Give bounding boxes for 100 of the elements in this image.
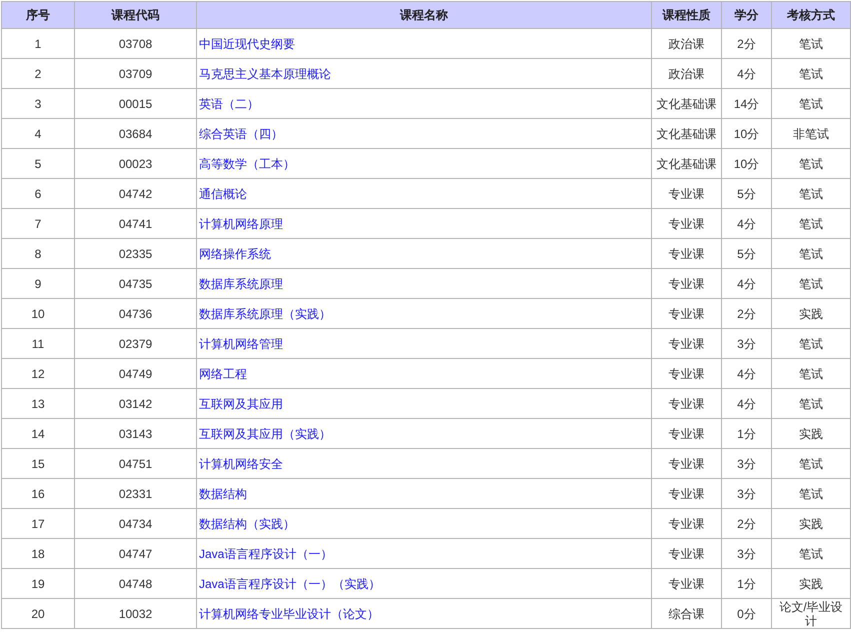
course-name-link[interactable]: 高等数学（工本） — [199, 156, 295, 170]
column-header: 课程代码 — [74, 2, 196, 28]
table-cell: 笔试 — [772, 358, 850, 388]
table-cell: 笔试 — [772, 28, 850, 58]
table-cell: 实践 — [772, 508, 850, 538]
table-cell: 3分 — [722, 448, 772, 478]
table-cell: 16 — [2, 478, 74, 508]
table-cell: 专业课 — [652, 358, 722, 388]
column-header: 学分 — [722, 2, 772, 28]
course-name-link[interactable]: 网络工程 — [199, 366, 247, 380]
table-cell: 专业课 — [652, 538, 722, 568]
table-cell: 03684 — [74, 118, 196, 148]
table-cell: 3 — [2, 88, 74, 118]
table-cell: 文化基础课 — [652, 118, 722, 148]
table-cell: 笔试 — [772, 148, 850, 178]
course-name-link[interactable]: 马克思主义基本原理概论 — [199, 66, 331, 80]
table-cell: 00023 — [74, 148, 196, 178]
table-cell: 3分 — [722, 328, 772, 358]
table-cell: 02379 — [74, 328, 196, 358]
table-cell: 04747 — [74, 538, 196, 568]
table-cell: 政治课 — [652, 28, 722, 58]
table-cell: 笔试 — [772, 538, 850, 568]
table-cell: 2分 — [722, 298, 772, 328]
table-cell: 2分 — [722, 28, 772, 58]
table-cell: 4 — [2, 118, 74, 148]
table-cell: 专业课 — [652, 388, 722, 418]
table-cell: 笔试 — [772, 238, 850, 268]
table-cell: 03708 — [74, 28, 196, 58]
table-cell: 3分 — [722, 478, 772, 508]
course-name-link[interactable]: 计算机网络专业毕业设计（论文） — [199, 606, 379, 620]
table-cell: 1分 — [722, 418, 772, 448]
table-cell: 实践 — [772, 568, 850, 598]
table-cell: 15 — [2, 448, 74, 478]
table-cell: 笔试 — [772, 388, 850, 418]
course-name-link[interactable]: 数据结构 — [199, 486, 247, 500]
table-cell: 专业课 — [652, 298, 722, 328]
table-cell: 专业课 — [652, 568, 722, 598]
table-cell: 1分 — [722, 568, 772, 598]
course-name-link[interactable]: Java语言程序设计（一） — [199, 546, 332, 560]
table-cell: 04749 — [74, 358, 196, 388]
table-cell: 专业课 — [652, 268, 722, 298]
course-name-link[interactable]: 数据库系统原理 — [199, 276, 283, 290]
course-name-link[interactable]: 计算机网络安全 — [199, 456, 283, 470]
table-cell: 专业课 — [652, 238, 722, 268]
table-cell: 3分 — [722, 538, 772, 568]
course-name-link[interactable]: 英语（二） — [199, 96, 259, 110]
table-cell: 03142 — [74, 388, 196, 418]
table-cell: 13 — [2, 388, 74, 418]
table-cell: 专业课 — [652, 328, 722, 358]
table-cell: 1 — [2, 28, 74, 58]
course-name-link[interactable]: 数据结构（实践） — [199, 516, 295, 530]
table-cell: 2分 — [722, 508, 772, 538]
table-cell: 笔试 — [772, 448, 850, 478]
table-cell: 14 — [2, 418, 74, 448]
table-cell: 4分 — [722, 268, 772, 298]
table-cell: 笔试 — [772, 328, 850, 358]
course-name-link[interactable]: 通信概论 — [199, 186, 247, 200]
table-cell: 实践 — [772, 298, 850, 328]
table-cell: 文化基础课 — [652, 88, 722, 118]
table-cell: 笔试 — [772, 478, 850, 508]
table-cell: 政治课 — [652, 58, 722, 88]
table-cell: 4分 — [722, 358, 772, 388]
table-cell: 17 — [2, 508, 74, 538]
table-cell: 02331 — [74, 478, 196, 508]
table-cell: 非笔试 — [772, 118, 850, 148]
table-cell: 论文/毕业设计 — [772, 598, 850, 628]
table-cell: 专业课 — [652, 418, 722, 448]
table-cell: 笔试 — [772, 268, 850, 298]
table-cell: 19 — [2, 568, 74, 598]
course-name-link[interactable]: Java语言程序设计（一）（实践） — [199, 576, 380, 590]
table-cell: 4分 — [722, 388, 772, 418]
table-cell: 04741 — [74, 208, 196, 238]
table-cell: 5 — [2, 148, 74, 178]
course-name-link[interactable]: 网络操作系统 — [199, 246, 271, 260]
course-name-link[interactable]: 中国近现代史纲要 — [199, 36, 295, 50]
table-cell: 10分 — [722, 118, 772, 148]
table-cell: 7 — [2, 208, 74, 238]
table-cell: 8 — [2, 238, 74, 268]
table-cell: 专业课 — [652, 478, 722, 508]
course-name-link[interactable]: 互联网及其应用（实践） — [199, 426, 331, 440]
table-cell: 文化基础课 — [652, 148, 722, 178]
course-name-link[interactable]: 综合英语（四） — [199, 126, 283, 140]
course-name-link[interactable]: 数据库系统原理（实践） — [199, 306, 331, 320]
table-cell: 11 — [2, 328, 74, 358]
course-name-link[interactable]: 计算机网络原理 — [199, 216, 283, 230]
table-cell: 10分 — [722, 148, 772, 178]
table-cell: 04734 — [74, 508, 196, 538]
course-name-link[interactable]: 计算机网络管理 — [199, 336, 283, 350]
table-cell: 14分 — [722, 88, 772, 118]
table-cell: 04748 — [74, 568, 196, 598]
column-header: 课程性质 — [652, 2, 722, 28]
table-cell: 4分 — [722, 208, 772, 238]
table-cell: 10 — [2, 298, 74, 328]
column-header: 考核方式 — [772, 2, 850, 28]
course-name-link[interactable]: 互联网及其应用 — [199, 396, 283, 410]
table-cell: 专业课 — [652, 448, 722, 478]
table-cell: 20 — [2, 598, 74, 628]
table-cell: 10032 — [74, 598, 196, 628]
table-cell: 00015 — [74, 88, 196, 118]
table-cell: 04735 — [74, 268, 196, 298]
